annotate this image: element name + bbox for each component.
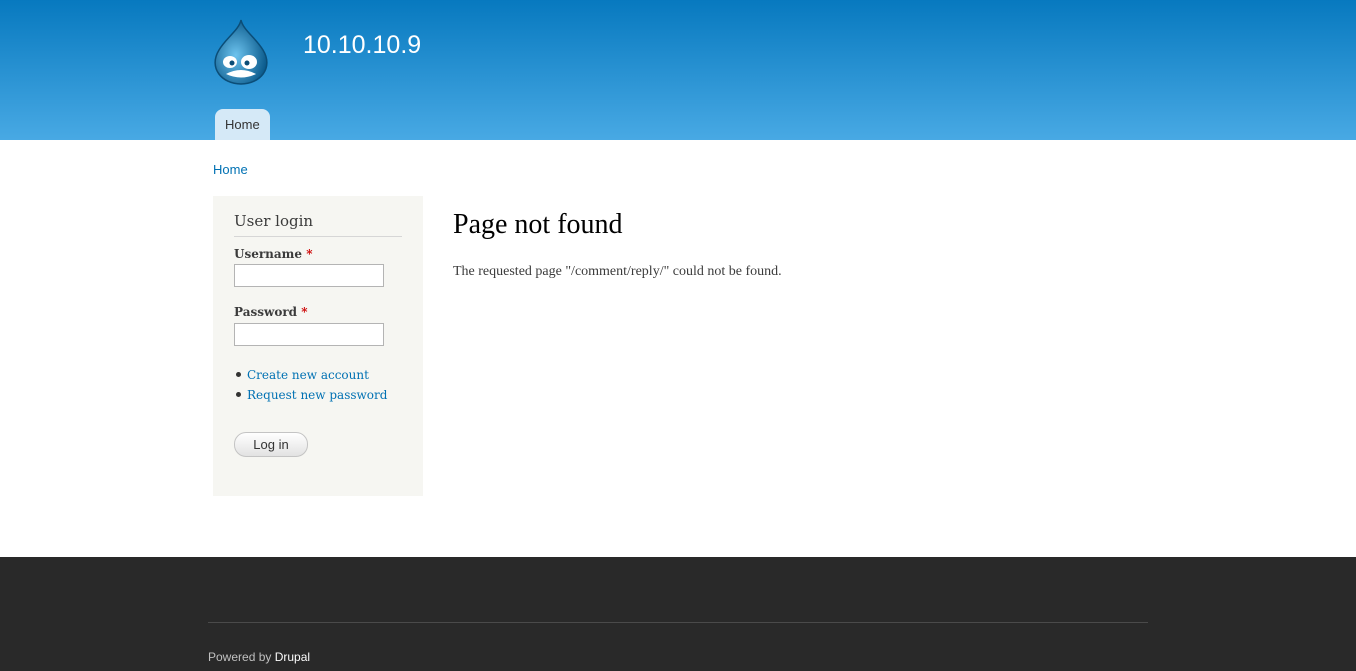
request-password-link[interactable]: Request new password [247,388,387,402]
list-item: Create new account [234,366,387,386]
list-item: Request new password [234,386,387,406]
powered-by: Powered by Drupal [208,650,310,664]
username-label: Username * [234,247,312,261]
user-login-block: User login Username * Password * Create … [213,196,423,496]
site-header: 10.10.10.9 Home [0,0,1356,140]
site-footer: Powered by Drupal [0,557,1356,671]
password-label-text: Password [234,305,298,319]
username-input[interactable] [234,264,384,287]
tab-home[interactable]: Home [215,109,270,140]
login-links-list: Create new account Request new password [234,366,387,406]
login-button[interactable]: Log in [234,432,308,457]
site-name-link[interactable]: 10.10.10.9 [303,31,421,60]
drupal-link[interactable]: Drupal [275,650,310,664]
username-label-text: Username [234,247,303,261]
error-message: The requested page "/comment/reply/" cou… [453,264,782,279]
page-title: Page not found [453,209,623,240]
drupal-logo-icon[interactable] [210,18,272,86]
create-account-link[interactable]: Create new account [247,368,369,382]
block-title: User login [234,212,402,237]
bullet-icon [236,372,241,377]
footer-divider [208,622,1148,623]
powered-by-text: Powered by [208,650,272,664]
bullet-icon [236,392,241,397]
password-label: Password * [234,305,308,319]
main-menu: Home [215,109,270,140]
required-marker: * [301,305,308,319]
password-input[interactable] [234,323,384,346]
breadcrumb-home-link[interactable]: Home [213,162,248,177]
required-marker: * [306,247,313,261]
